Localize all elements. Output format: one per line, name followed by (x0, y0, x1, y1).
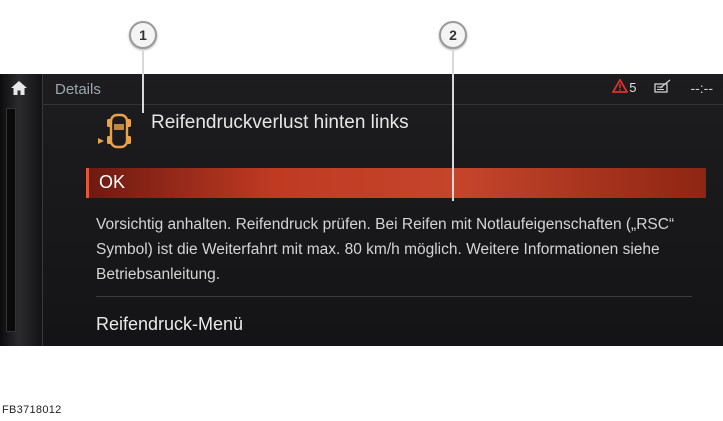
scroll-rail (6, 108, 16, 332)
divider (96, 296, 692, 297)
status-area: 5 --:-- (611, 78, 713, 96)
page-title: Details (55, 81, 101, 98)
warning-triangle-icon (611, 78, 629, 96)
figure-code: FB3718012 (2, 404, 62, 416)
callout-1: 1 (129, 21, 157, 49)
callout-1-leader (142, 49, 144, 113)
menu-item-tire-pressure[interactable]: Reifendruck-Menü (96, 314, 243, 335)
warning-message: Reifendruckverlust hinten links (151, 112, 409, 133)
tire-pressure-car-icon (96, 112, 136, 154)
ok-button-label: OK (99, 172, 126, 192)
notepad-icon (654, 79, 672, 96)
ok-button[interactable]: OK (86, 168, 706, 198)
callout-2-leader (452, 49, 454, 201)
title-bar: Details 5 --:-- (42, 74, 723, 105)
warning-count: 5 (629, 80, 637, 95)
warning-indicator: 5 (611, 78, 637, 96)
clock: --:-- (690, 79, 713, 96)
callout-2: 2 (439, 21, 467, 49)
home-icon[interactable] (10, 80, 28, 96)
idrive-screen: Details 5 --:-- Reifendruckverlust hinte… (0, 74, 723, 346)
description-text: Vorsichtig anhalten. Reifendruck prüfen.… (96, 216, 675, 283)
left-rail (0, 74, 43, 346)
